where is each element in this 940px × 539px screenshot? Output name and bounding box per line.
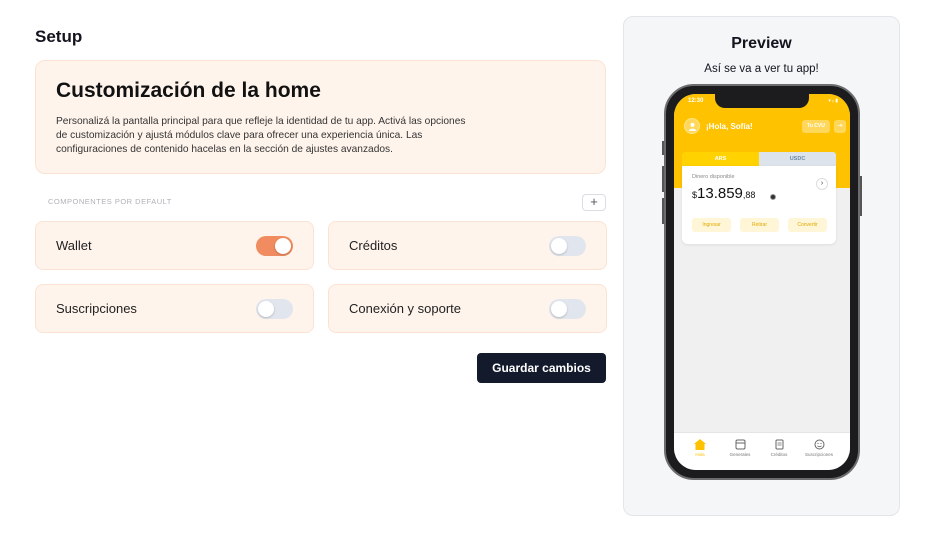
available-label: Dinero disponible bbox=[692, 174, 735, 180]
balance-card: Dinero disponible $13.859,88 › Ingresar … bbox=[682, 166, 836, 244]
preview-subtitle: Así se va a ver tu app! bbox=[704, 63, 819, 75]
balance-actions: Ingresar Retirar Convertir bbox=[692, 218, 828, 232]
nav-label: Créditos bbox=[770, 452, 788, 457]
phone-mockup: 12:30 ▾ ᵢₗ ▮ ¡Hola, Sofía! Tu CVU ⇥ ARS … bbox=[662, 84, 862, 480]
suscripciones-toggle[interactable] bbox=[256, 299, 293, 319]
tab-ars: ARS bbox=[682, 152, 759, 166]
home-icon bbox=[694, 439, 706, 450]
home-customization-card: Customización de la home Personalizá la … bbox=[35, 60, 606, 174]
component-label: Conexión y soporte bbox=[349, 301, 462, 316]
nav-label: Generales bbox=[729, 452, 751, 457]
wallet-toggle[interactable] bbox=[256, 236, 293, 256]
user-icon bbox=[688, 122, 697, 131]
component-label: Créditos bbox=[349, 238, 398, 253]
phone-side-button bbox=[662, 141, 664, 155]
section-label: COMPONENTES POR DEFAULT bbox=[48, 197, 172, 206]
phone-side-button bbox=[662, 166, 664, 192]
nav-item-creditos: Créditos bbox=[759, 439, 799, 457]
chevron-right-icon: › bbox=[816, 178, 828, 190]
components-header: COMPONENTES POR DEFAULT + bbox=[35, 194, 606, 212]
amount-integer: 13.859 bbox=[697, 185, 743, 202]
toggle-knob bbox=[551, 301, 567, 317]
cvu-button: Tu CVU bbox=[802, 120, 830, 133]
retirar-button: Retirar bbox=[740, 218, 779, 232]
phone-side-button bbox=[662, 198, 664, 224]
component-card-wallet: Wallet bbox=[35, 221, 314, 270]
nav-item-generales: Generales bbox=[720, 439, 760, 457]
greeting: ¡Hola, Sofía! bbox=[706, 122, 753, 131]
component-label: Suscripciones bbox=[56, 301, 137, 316]
phone-screen: 12:30 ▾ ᵢₗ ▮ ¡Hola, Sofía! Tu CVU ⇥ ARS … bbox=[674, 94, 850, 470]
currency-tabs: ARS USDC bbox=[682, 152, 836, 166]
component-label: Wallet bbox=[56, 238, 92, 253]
toggle-knob bbox=[275, 238, 291, 254]
component-card-conexion: Conexión y soporte bbox=[328, 284, 607, 333]
wallet-icon bbox=[735, 439, 745, 450]
preview-panel: Preview Así se va a ver tu app! 12:30 ▾ … bbox=[623, 16, 900, 516]
component-card-creditos: Créditos bbox=[328, 221, 607, 270]
logout-icon: ⇥ bbox=[834, 120, 846, 133]
conexion-toggle[interactable] bbox=[549, 299, 586, 319]
smile-icon bbox=[814, 439, 824, 450]
status-icons: ▾ ᵢₗ ▮ bbox=[828, 98, 838, 104]
hero-title: Customización de la home bbox=[56, 79, 321, 102]
save-button[interactable]: Guardar cambios bbox=[477, 353, 606, 383]
nav-label: Hola bbox=[695, 452, 705, 457]
add-component-button[interactable]: + bbox=[582, 194, 606, 211]
nav-item-hola: Hola bbox=[680, 439, 720, 457]
preview-title: Preview bbox=[731, 35, 792, 52]
status-time: 12:30 bbox=[688, 98, 704, 104]
ingresar-button: Ingresar bbox=[692, 218, 731, 232]
balance-amount: $13.859,88 bbox=[692, 185, 755, 202]
hero-description: Personalizá la pantalla principal para q… bbox=[56, 116, 466, 155]
bottom-nav: Hola Generales Créditos Suscripciones bbox=[674, 432, 850, 470]
creditos-toggle[interactable] bbox=[549, 236, 586, 256]
amount-decimals: ,88 bbox=[742, 190, 756, 200]
phone-side-button bbox=[860, 176, 862, 216]
document-icon bbox=[775, 439, 783, 450]
toggle-knob bbox=[551, 238, 567, 254]
nav-item-suscripciones: Suscripciones bbox=[799, 439, 839, 457]
phone-notch bbox=[715, 94, 809, 108]
convertir-button: Convertir bbox=[788, 218, 827, 232]
page-title: Setup bbox=[35, 27, 83, 46]
component-card-suscripciones: Suscripciones bbox=[35, 284, 314, 333]
avatar bbox=[684, 118, 700, 134]
nav-label: Suscripciones bbox=[804, 452, 833, 457]
toggle-knob bbox=[258, 301, 274, 317]
tab-usdc: USDC bbox=[759, 152, 836, 166]
eye-icon bbox=[770, 194, 776, 200]
